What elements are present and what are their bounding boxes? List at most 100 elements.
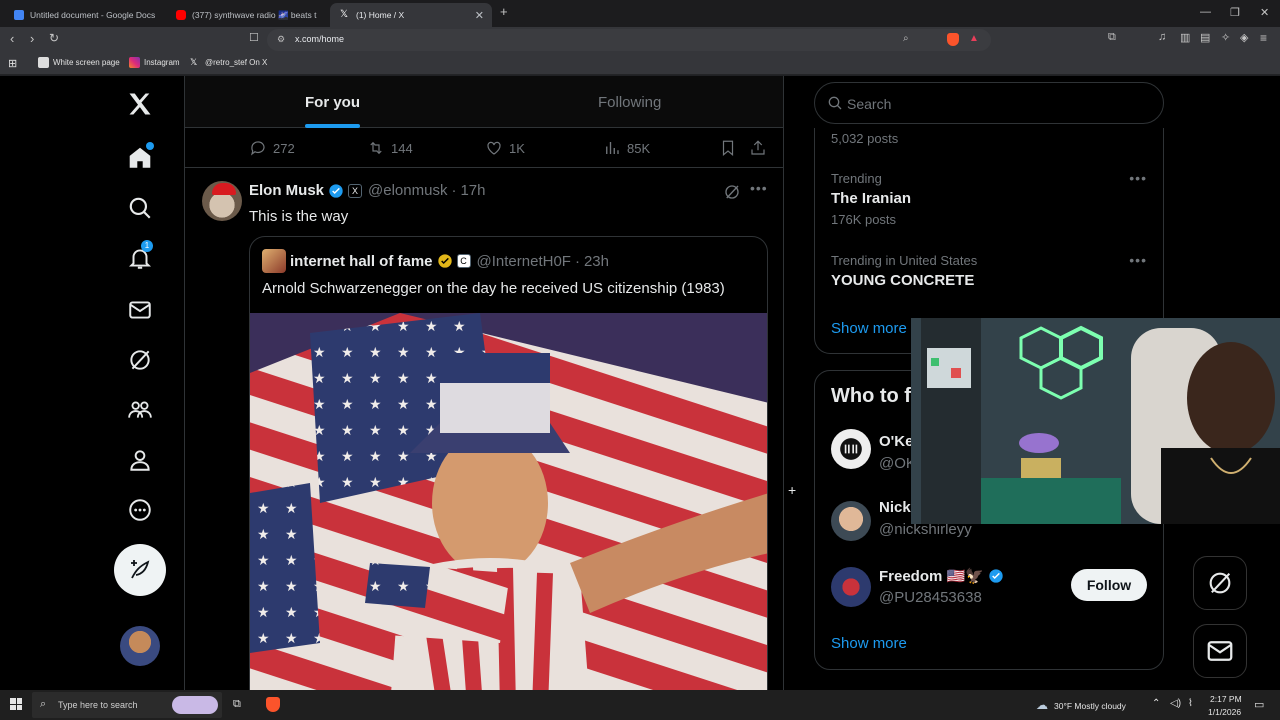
close-window-button[interactable]: ✕ — [1260, 6, 1269, 19]
trend-title: The Iranian — [831, 190, 912, 207]
new-tab-button[interactable]: + — [500, 4, 508, 19]
more-icon[interactable] — [124, 494, 156, 526]
account-name[interactable]: Freedom 🇺🇸🦅 — [879, 567, 1008, 585]
volume-icon[interactable]: ◁) — [1170, 698, 1181, 709]
leo-icon[interactable]: ✧ — [1221, 31, 1230, 44]
quoted-post-image[interactable]: ★ — [250, 313, 767, 690]
grok-icon — [1209, 572, 1231, 594]
media-icon[interactable]: ♫ — [1158, 31, 1166, 43]
search-icon: ⌕ — [40, 698, 47, 710]
share-button[interactable] — [749, 139, 773, 157]
clock-time[interactable]: 2:17 PM — [1210, 694, 1242, 704]
views-button[interactable]: 85K — [603, 139, 650, 157]
compose-post-button[interactable] — [114, 544, 166, 596]
maximize-button[interactable]: ❐ — [1230, 6, 1240, 19]
close-tab-icon[interactable]: ✕ — [475, 9, 484, 22]
site-info-icon[interactable]: ⚙ — [277, 34, 285, 45]
tab-youtube[interactable]: (377) synthwave radio 🌌 beats t — [166, 3, 326, 27]
like-count: 1K — [509, 140, 525, 156]
author-handle[interactable]: @elonmusk — [368, 182, 447, 199]
bookmark-button[interactable] — [719, 139, 743, 157]
bookmarks-bar: ⊞ White screen page Instagram 𝕏 @retro_s… — [0, 53, 1280, 75]
quoted-post[interactable]: internet hall of fame C @InternetH0F · 2… — [249, 236, 768, 690]
forward-button[interactable]: › — [30, 31, 34, 46]
task-view-icon[interactable]: ⧉ — [233, 698, 241, 711]
bookmark-retro-stef[interactable]: 𝕏 @retro_stef On X — [190, 57, 267, 68]
x-logo-icon: 𝕏 — [190, 57, 198, 67]
brave-shield-icon[interactable] — [947, 33, 959, 46]
search-input[interactable]: Search — [814, 82, 1164, 124]
communities-icon[interactable] — [124, 394, 156, 426]
grok-icon[interactable] — [124, 344, 156, 376]
post-header: Elon Musk X @elonmusk · 17h — [249, 182, 485, 199]
zoom-icon[interactable]: ⌕ — [903, 33, 909, 44]
tab-title: (377) synthwave radio 🌌 beats t — [192, 9, 317, 20]
account-name[interactable]: O'Ke — [879, 433, 913, 450]
bookmark-white-screen[interactable]: White screen page — [38, 57, 120, 68]
trends-show-more[interactable]: Show more — [831, 320, 907, 337]
search-icon[interactable] — [124, 192, 156, 224]
brave-rewards-icon[interactable]: ▲ — [969, 33, 979, 44]
author-avatar[interactable] — [202, 181, 242, 221]
reload-button[interactable]: ↻ — [49, 31, 59, 45]
clock-date[interactable]: 1/1/2026 — [1208, 707, 1241, 717]
home-icon[interactable] — [124, 142, 156, 174]
account-avatar[interactable] — [120, 626, 160, 666]
x-logo-icon[interactable] — [124, 88, 156, 120]
extensions-icon[interactable]: ⧉ — [1108, 31, 1116, 44]
page-icon — [38, 57, 49, 68]
account-avatar[interactable] — [831, 501, 871, 541]
post-more-icon[interactable]: ••• — [750, 180, 768, 196]
gold-verified-badge-icon — [437, 254, 452, 268]
tab-x-home[interactable]: 𝕏 (1) Home / X ✕ — [330, 3, 492, 27]
post-time[interactable]: 17h — [460, 182, 485, 199]
repost-button[interactable]: 144 — [367, 139, 413, 157]
grok-floating-button[interactable] — [1193, 556, 1247, 610]
weather-text[interactable]: 30°F Mostly cloudy — [1054, 701, 1126, 711]
search-icon — [828, 96, 842, 110]
account-avatar[interactable] — [831, 429, 871, 469]
main-feed: For you Following 272 144 1K 85K Elon Mu… — [184, 76, 784, 690]
tab-google-docs[interactable]: Untitled document - Google Docs — [4, 3, 164, 27]
menu-icon[interactable]: ≡ — [1260, 31, 1267, 45]
account-avatar[interactable] — [831, 567, 871, 607]
url-text: x.com/home — [295, 34, 345, 44]
messages-floating-button[interactable] — [1193, 624, 1247, 678]
bookmark-icon[interactable]: ☐ — [249, 31, 259, 44]
start-button[interactable] — [10, 698, 22, 710]
notifications-center-icon[interactable]: ▭ — [1254, 698, 1264, 711]
trend-item[interactable]: Trending in United States YOUNG CONCRETE… — [815, 246, 1163, 296]
bookmark-instagram[interactable]: Instagram — [129, 57, 180, 68]
address-bar[interactable]: ⚙ x.com/home ⌕ ▲ — [267, 29, 991, 51]
taskbar-search[interactable]: ⌕ Type here to search — [32, 692, 222, 718]
tab-for-you[interactable]: For you — [305, 94, 360, 111]
profile-icon[interactable] — [124, 444, 156, 476]
wallet-icon[interactable]: ▤ — [1200, 31, 1210, 44]
messages-icon[interactable] — [124, 294, 156, 326]
network-icon[interactable]: ⌇ — [1188, 698, 1193, 709]
grok-explain-icon[interactable] — [723, 183, 741, 201]
who-to-follow-show-more[interactable]: Show more — [831, 635, 907, 652]
trend-item[interactable]: Trending The Iranian 176K posts ••• — [815, 164, 1163, 227]
follow-button[interactable]: Follow — [1071, 569, 1147, 601]
like-button[interactable]: 1K — [485, 139, 525, 157]
reply-button[interactable]: 272 — [249, 139, 295, 157]
search-placeholder: Search — [847, 96, 892, 112]
apps-icon[interactable]: ⊞ — [8, 57, 17, 70]
sidebar-icon[interactable]: ▥ — [1180, 31, 1190, 44]
post[interactable]: Elon Musk X @elonmusk · 17h ••• This is … — [185, 168, 783, 690]
brave-taskbar-icon[interactable] — [266, 697, 280, 712]
author-name[interactable]: Elon Musk — [249, 182, 324, 199]
quoted-post-text: Arnold Schwarzenegger on the day he rece… — [262, 280, 725, 297]
trend-more-icon[interactable]: ••• — [1129, 170, 1147, 186]
notifications-icon[interactable]: 1 — [124, 240, 156, 274]
account-name[interactable]: Nick — [879, 499, 911, 516]
tray-chevron-icon[interactable]: ⌃ — [1152, 698, 1160, 709]
quoted-author-handle: @InternetH0F — [476, 252, 571, 270]
post-text: This is the way — [249, 208, 349, 225]
tab-following[interactable]: Following — [598, 94, 661, 111]
vpn-icon[interactable]: ◈ — [1240, 31, 1248, 44]
back-button[interactable]: ‹ — [10, 31, 14, 46]
minimize-button[interactable]: — — [1200, 6, 1211, 18]
trend-more-icon[interactable]: ••• — [1129, 252, 1147, 268]
